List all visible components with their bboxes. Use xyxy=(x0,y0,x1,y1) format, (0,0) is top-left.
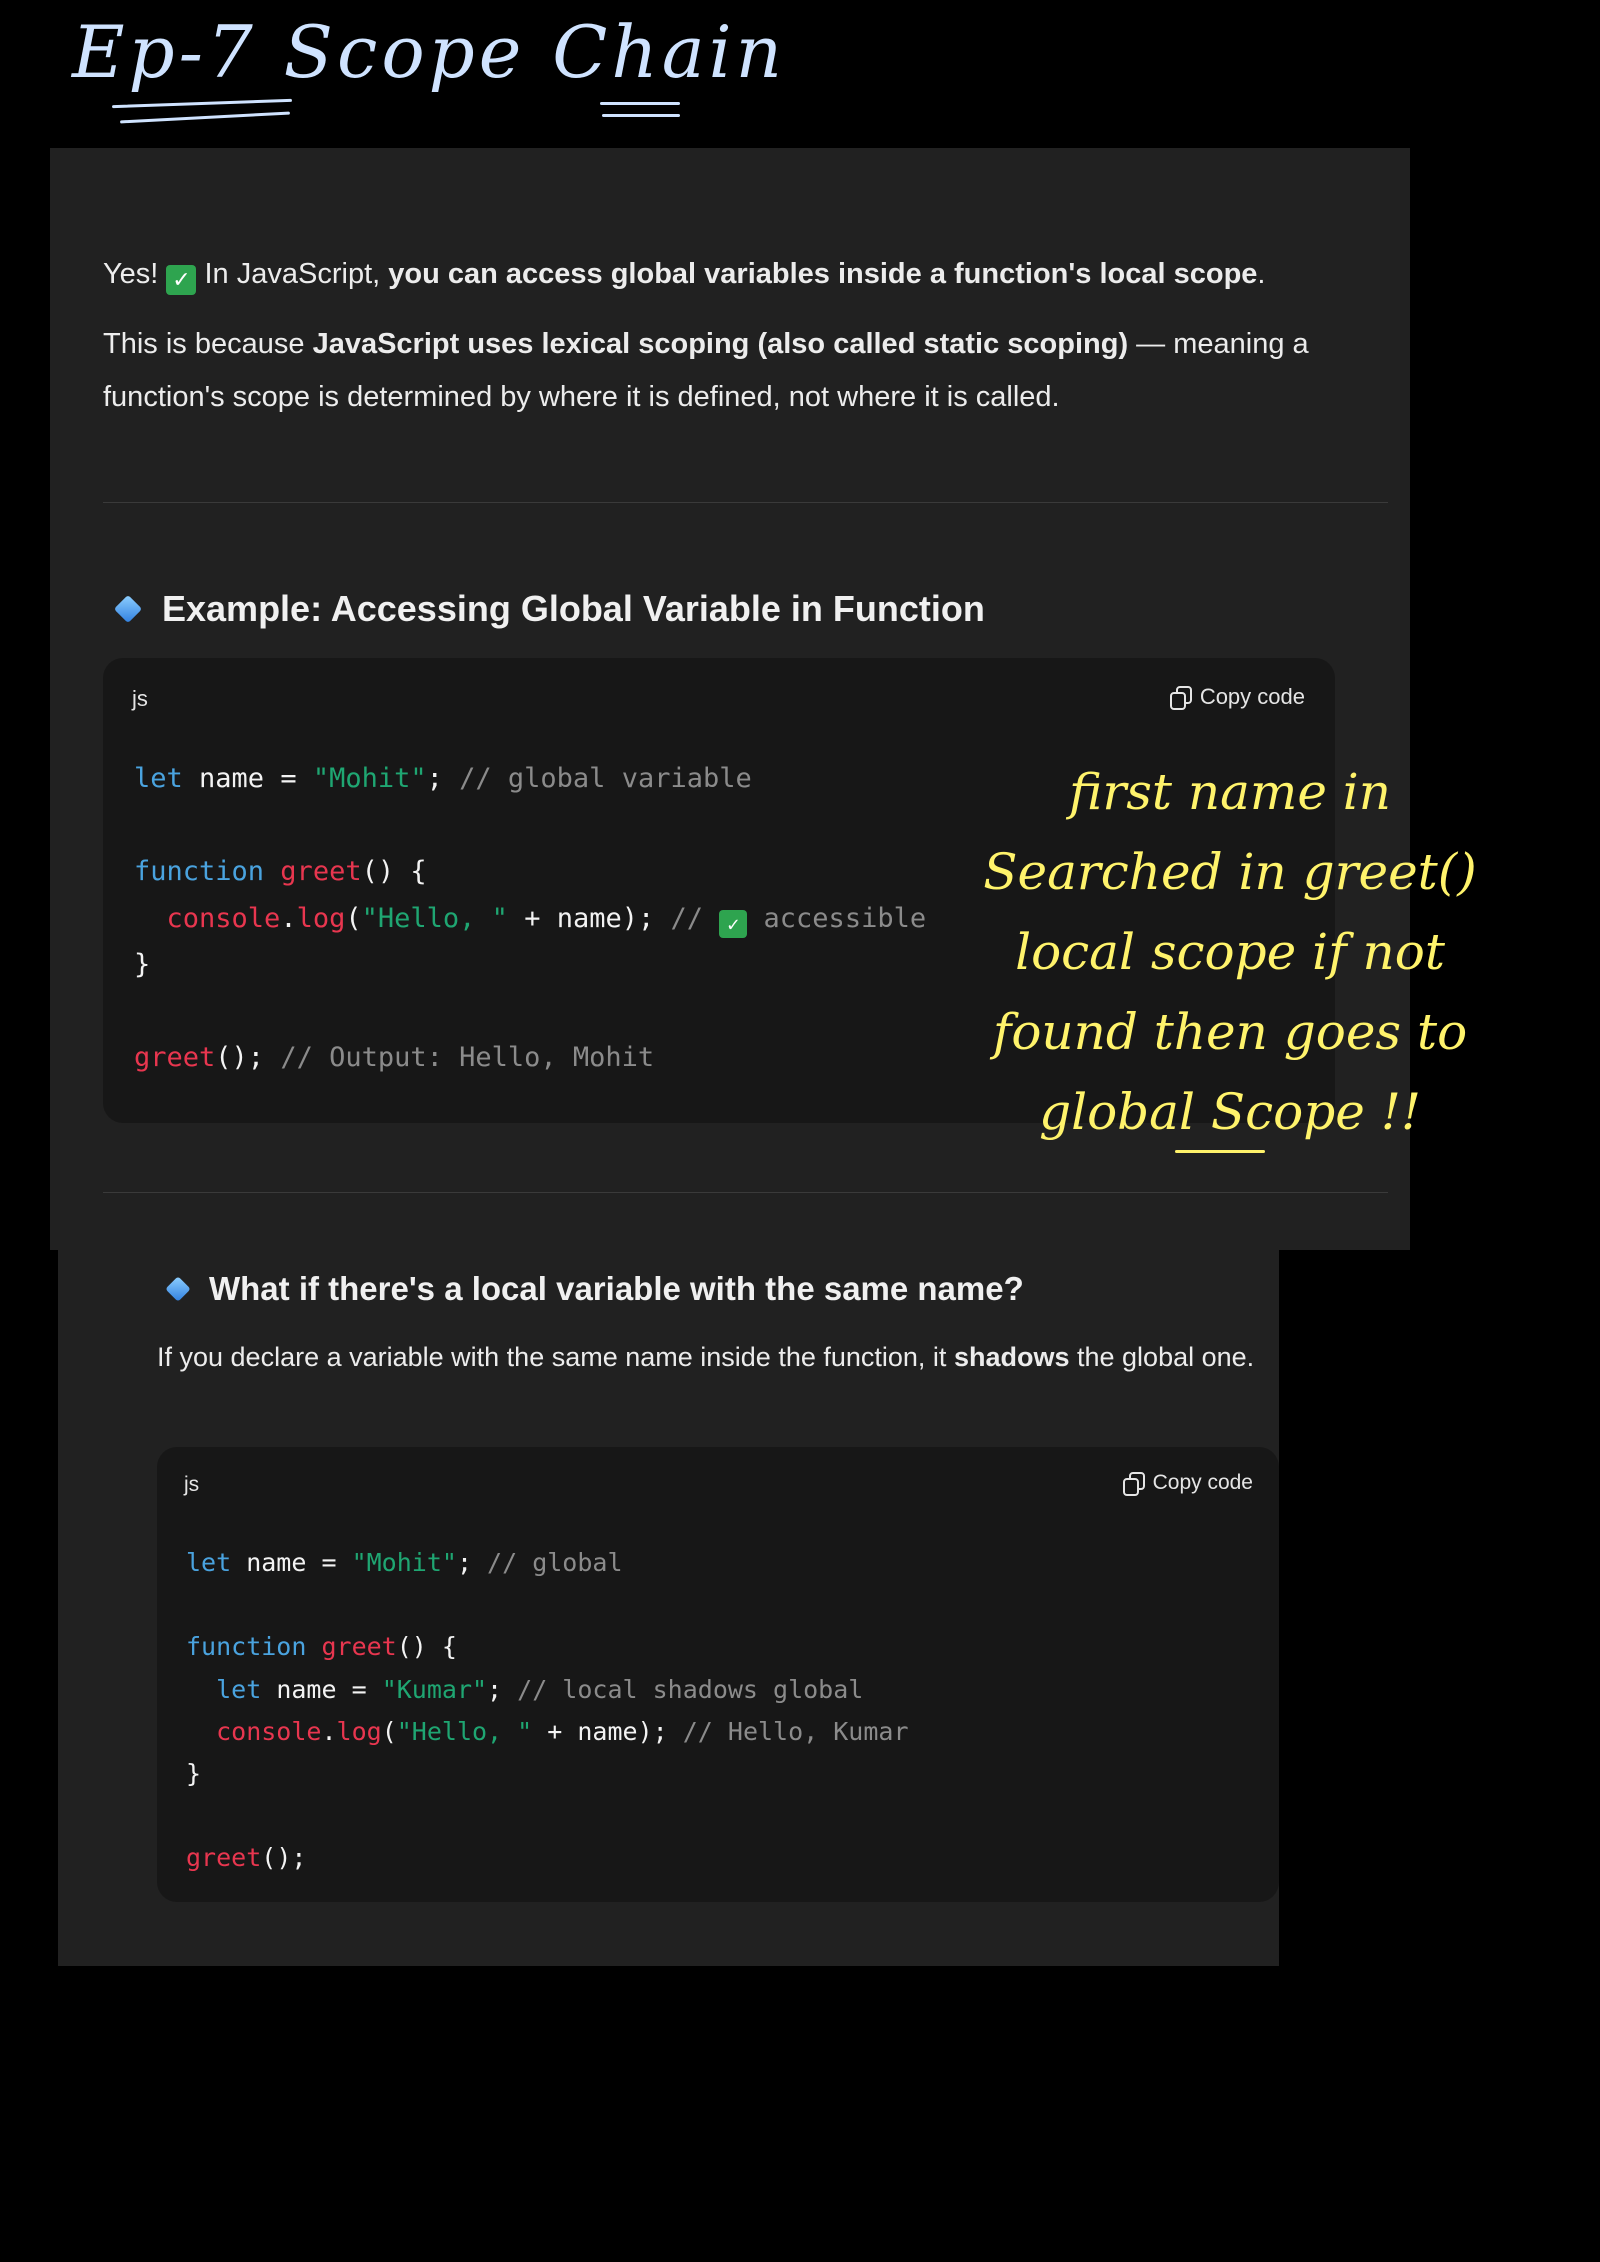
section2-paragraph: If you declare a variable with the same … xyxy=(157,1334,1267,1381)
title-underline xyxy=(120,111,290,124)
note-line: first name in xyxy=(1069,763,1391,821)
copy-code-label: Copy code xyxy=(1199,684,1305,709)
check-icon: ✓ xyxy=(719,909,748,938)
check-icon: ✓ xyxy=(166,265,197,295)
note-line: Searched in greet() xyxy=(983,843,1477,901)
code-lang-label: js xyxy=(132,686,148,711)
para-text: If you declare a variable with the same … xyxy=(157,1342,947,1372)
title-underline xyxy=(600,102,680,105)
code-text: let name = "Mohit"; // global variable f… xyxy=(134,763,927,1073)
section1-heading-text: Example: Accessing Global Variable in Fu… xyxy=(162,588,985,629)
intro-text: This is because xyxy=(103,328,305,360)
copy-code-button[interactable]: Copy code xyxy=(1122,1471,1253,1496)
para-bold-text: shadows xyxy=(953,1342,1070,1372)
note-line: global Scope !! xyxy=(1039,1083,1421,1141)
intro-bold-text: JavaScript uses lexical scoping (also ca… xyxy=(312,328,1129,360)
intro-line-2: This is because JavaScript uses lexical … xyxy=(103,318,1363,424)
title-underline xyxy=(112,98,292,109)
diamond-icon xyxy=(113,594,143,624)
intro-text: In JavaScript, xyxy=(204,258,381,290)
section2-heading-text: What if there's a local variable with th… xyxy=(209,1270,1024,1307)
note-line: local scope if not xyxy=(1015,923,1445,981)
code-block-2: js Copy code let name = "Mohit"; // glob… xyxy=(157,1447,1279,1902)
intro-bold-text: you can access global variables inside a… xyxy=(388,258,1258,290)
code-lang-label: js xyxy=(184,1473,200,1496)
chat-panel-bottom: What if there's a local variable with th… xyxy=(58,1250,1279,1966)
note-line: found then goes to xyxy=(992,1003,1468,1061)
copy-code-button[interactable]: Copy code xyxy=(1169,684,1305,710)
title-underline xyxy=(602,114,680,117)
intro-text: Yes! xyxy=(103,258,159,290)
note-underline xyxy=(1175,1150,1265,1153)
divider xyxy=(103,1192,1388,1193)
handwritten-title-text: Ep-7 Scope Chain xyxy=(72,10,787,94)
section2-heading: What if there's a local variable with th… xyxy=(163,1270,1024,1308)
para-text: the global one. xyxy=(1077,1342,1255,1372)
handwritten-note: first name in Searched in greet() local … xyxy=(930,752,1530,1152)
intro-text: . xyxy=(1257,258,1266,290)
intro-line-1: Yes! ✓ In JavaScript, you can access glo… xyxy=(103,248,1363,301)
diamond-icon xyxy=(165,1276,191,1302)
code-text: let name = "Mohit"; // global function g… xyxy=(186,1548,909,1873)
divider xyxy=(103,502,1388,503)
copy-icon xyxy=(1122,1472,1145,1496)
copy-icon xyxy=(1169,686,1192,710)
section1-heading: Example: Accessing Global Variable in Fu… xyxy=(110,588,985,630)
handwritten-title: Ep-7 Scope Chain xyxy=(72,10,787,124)
copy-code-label: Copy code xyxy=(1152,1471,1253,1494)
